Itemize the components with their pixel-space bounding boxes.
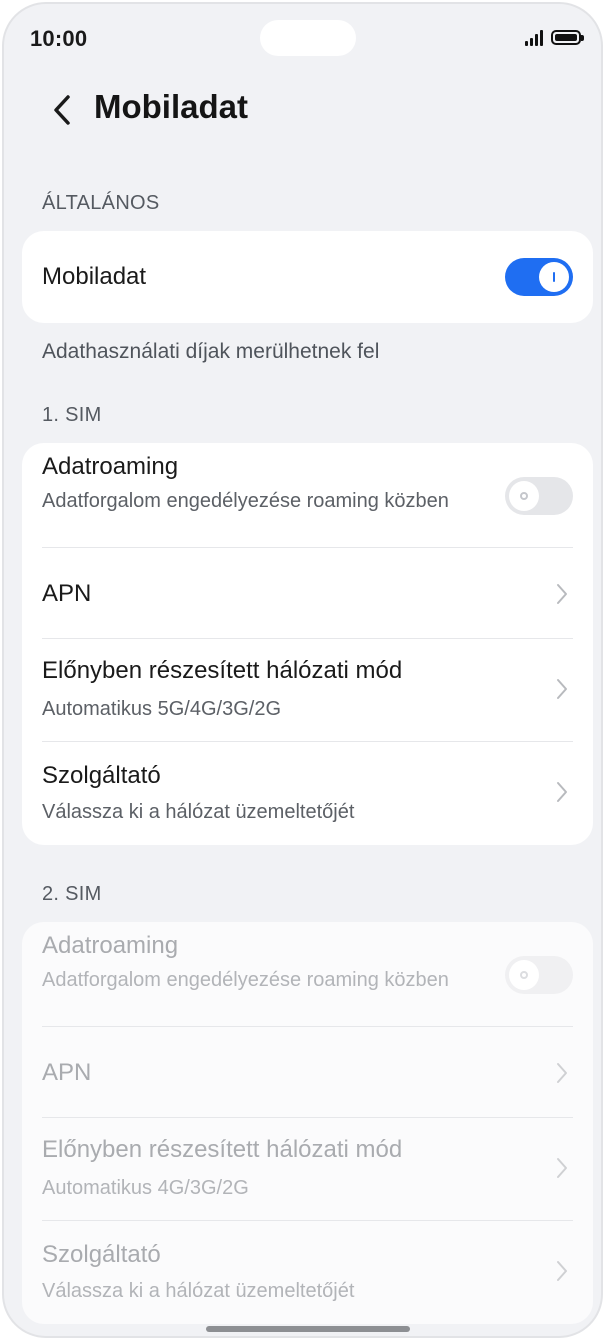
sim1-network-mode-subtitle: Automatikus 5G/4G/3G/2G — [42, 698, 281, 720]
page-title: Mobiladat — [94, 88, 248, 125]
data-charges-note: Adathasználati díjak merülhetnek fel — [42, 340, 380, 363]
mobile-data-label: Mobiladat — [42, 263, 147, 290]
sim1-roaming-subtitle: Adatforgalom engedélyezése roaming közbe… — [42, 490, 449, 512]
section-label-general: ÁLTALÁNOS — [42, 192, 160, 214]
sim2-roaming-toggle — [505, 956, 573, 994]
sim1-card: Adatroaming Adatforgalom engedélyezése r… — [22, 443, 593, 845]
sim1-apn-row[interactable]: APN — [42, 548, 573, 638]
signal-icon — [525, 28, 543, 46]
sim2-carrier-subtitle: Válassza ki a hálózat üzemeltetőjét — [42, 1280, 355, 1302]
battery-icon — [551, 29, 584, 45]
sim1-apn-title: APN — [42, 580, 92, 607]
sim2-card: Adatroaming Adatforgalom engedélyezése r… — [22, 922, 593, 1324]
chevron-right-icon — [557, 1158, 567, 1178]
sim1-roaming-title: Adatroaming — [42, 453, 179, 480]
section-label-sim2: 2. SIM — [42, 883, 102, 905]
chevron-right-icon — [557, 1261, 567, 1281]
home-indicator[interactable] — [206, 1326, 410, 1332]
sim2-carrier-title: Szolgáltató — [42, 1241, 161, 1268]
sim2-network-mode-subtitle: Automatikus 4G/3G/2G — [42, 1177, 249, 1199]
sim2-network-mode-row: Előnyben részesített hálózati mód Automa… — [42, 1118, 573, 1220]
mobile-data-row[interactable]: Mobiladat — [42, 231, 573, 323]
sim1-roaming-toggle[interactable] — [505, 477, 573, 515]
sim2-carrier-row: Szolgáltató Válassza ki a hálózat üzemel… — [42, 1221, 573, 1324]
general-card: Mobiladat — [22, 231, 593, 323]
chevron-left-icon — [54, 95, 70, 125]
back-button[interactable] — [44, 90, 80, 130]
chevron-right-icon — [557, 584, 567, 604]
status-time: 10:00 — [30, 26, 88, 51]
chevron-right-icon — [557, 782, 567, 802]
sim1-roaming-row[interactable]: Adatroaming Adatforgalom engedélyezése r… — [42, 443, 573, 547]
sim1-network-mode-title: Előnyben részesített hálózati mód — [42, 657, 403, 684]
section-label-sim1: 1. SIM — [42, 404, 102, 426]
mobile-data-toggle[interactable] — [505, 258, 573, 296]
sim1-carrier-subtitle: Válassza ki a hálózat üzemeltetőjét — [42, 801, 355, 823]
sim2-apn-row: APN — [42, 1027, 573, 1117]
chevron-right-icon — [557, 679, 567, 699]
sim2-roaming-title: Adatroaming — [42, 932, 179, 959]
sim1-carrier-title: Szolgáltató — [42, 762, 161, 789]
sim2-apn-title: APN — [42, 1059, 92, 1086]
sim2-network-mode-title: Előnyben részesített hálózati mód — [42, 1136, 403, 1163]
sim2-roaming-subtitle: Adatforgalom engedélyezése roaming közbe… — [42, 969, 449, 991]
dynamic-island — [260, 20, 356, 56]
sim1-network-mode-row[interactable]: Előnyben részesített hálózati mód Automa… — [42, 639, 573, 741]
sim1-carrier-row[interactable]: Szolgáltató Válassza ki a hálózat üzemel… — [42, 742, 573, 845]
chevron-right-icon — [557, 1063, 567, 1083]
phone-screen: 10:00 Mobiladat ÁLTALÁNOS Mobiladat Adat… — [2, 2, 603, 1338]
status-icons — [525, 28, 584, 46]
sim2-roaming-row: Adatroaming Adatforgalom engedélyezése r… — [42, 922, 573, 1026]
